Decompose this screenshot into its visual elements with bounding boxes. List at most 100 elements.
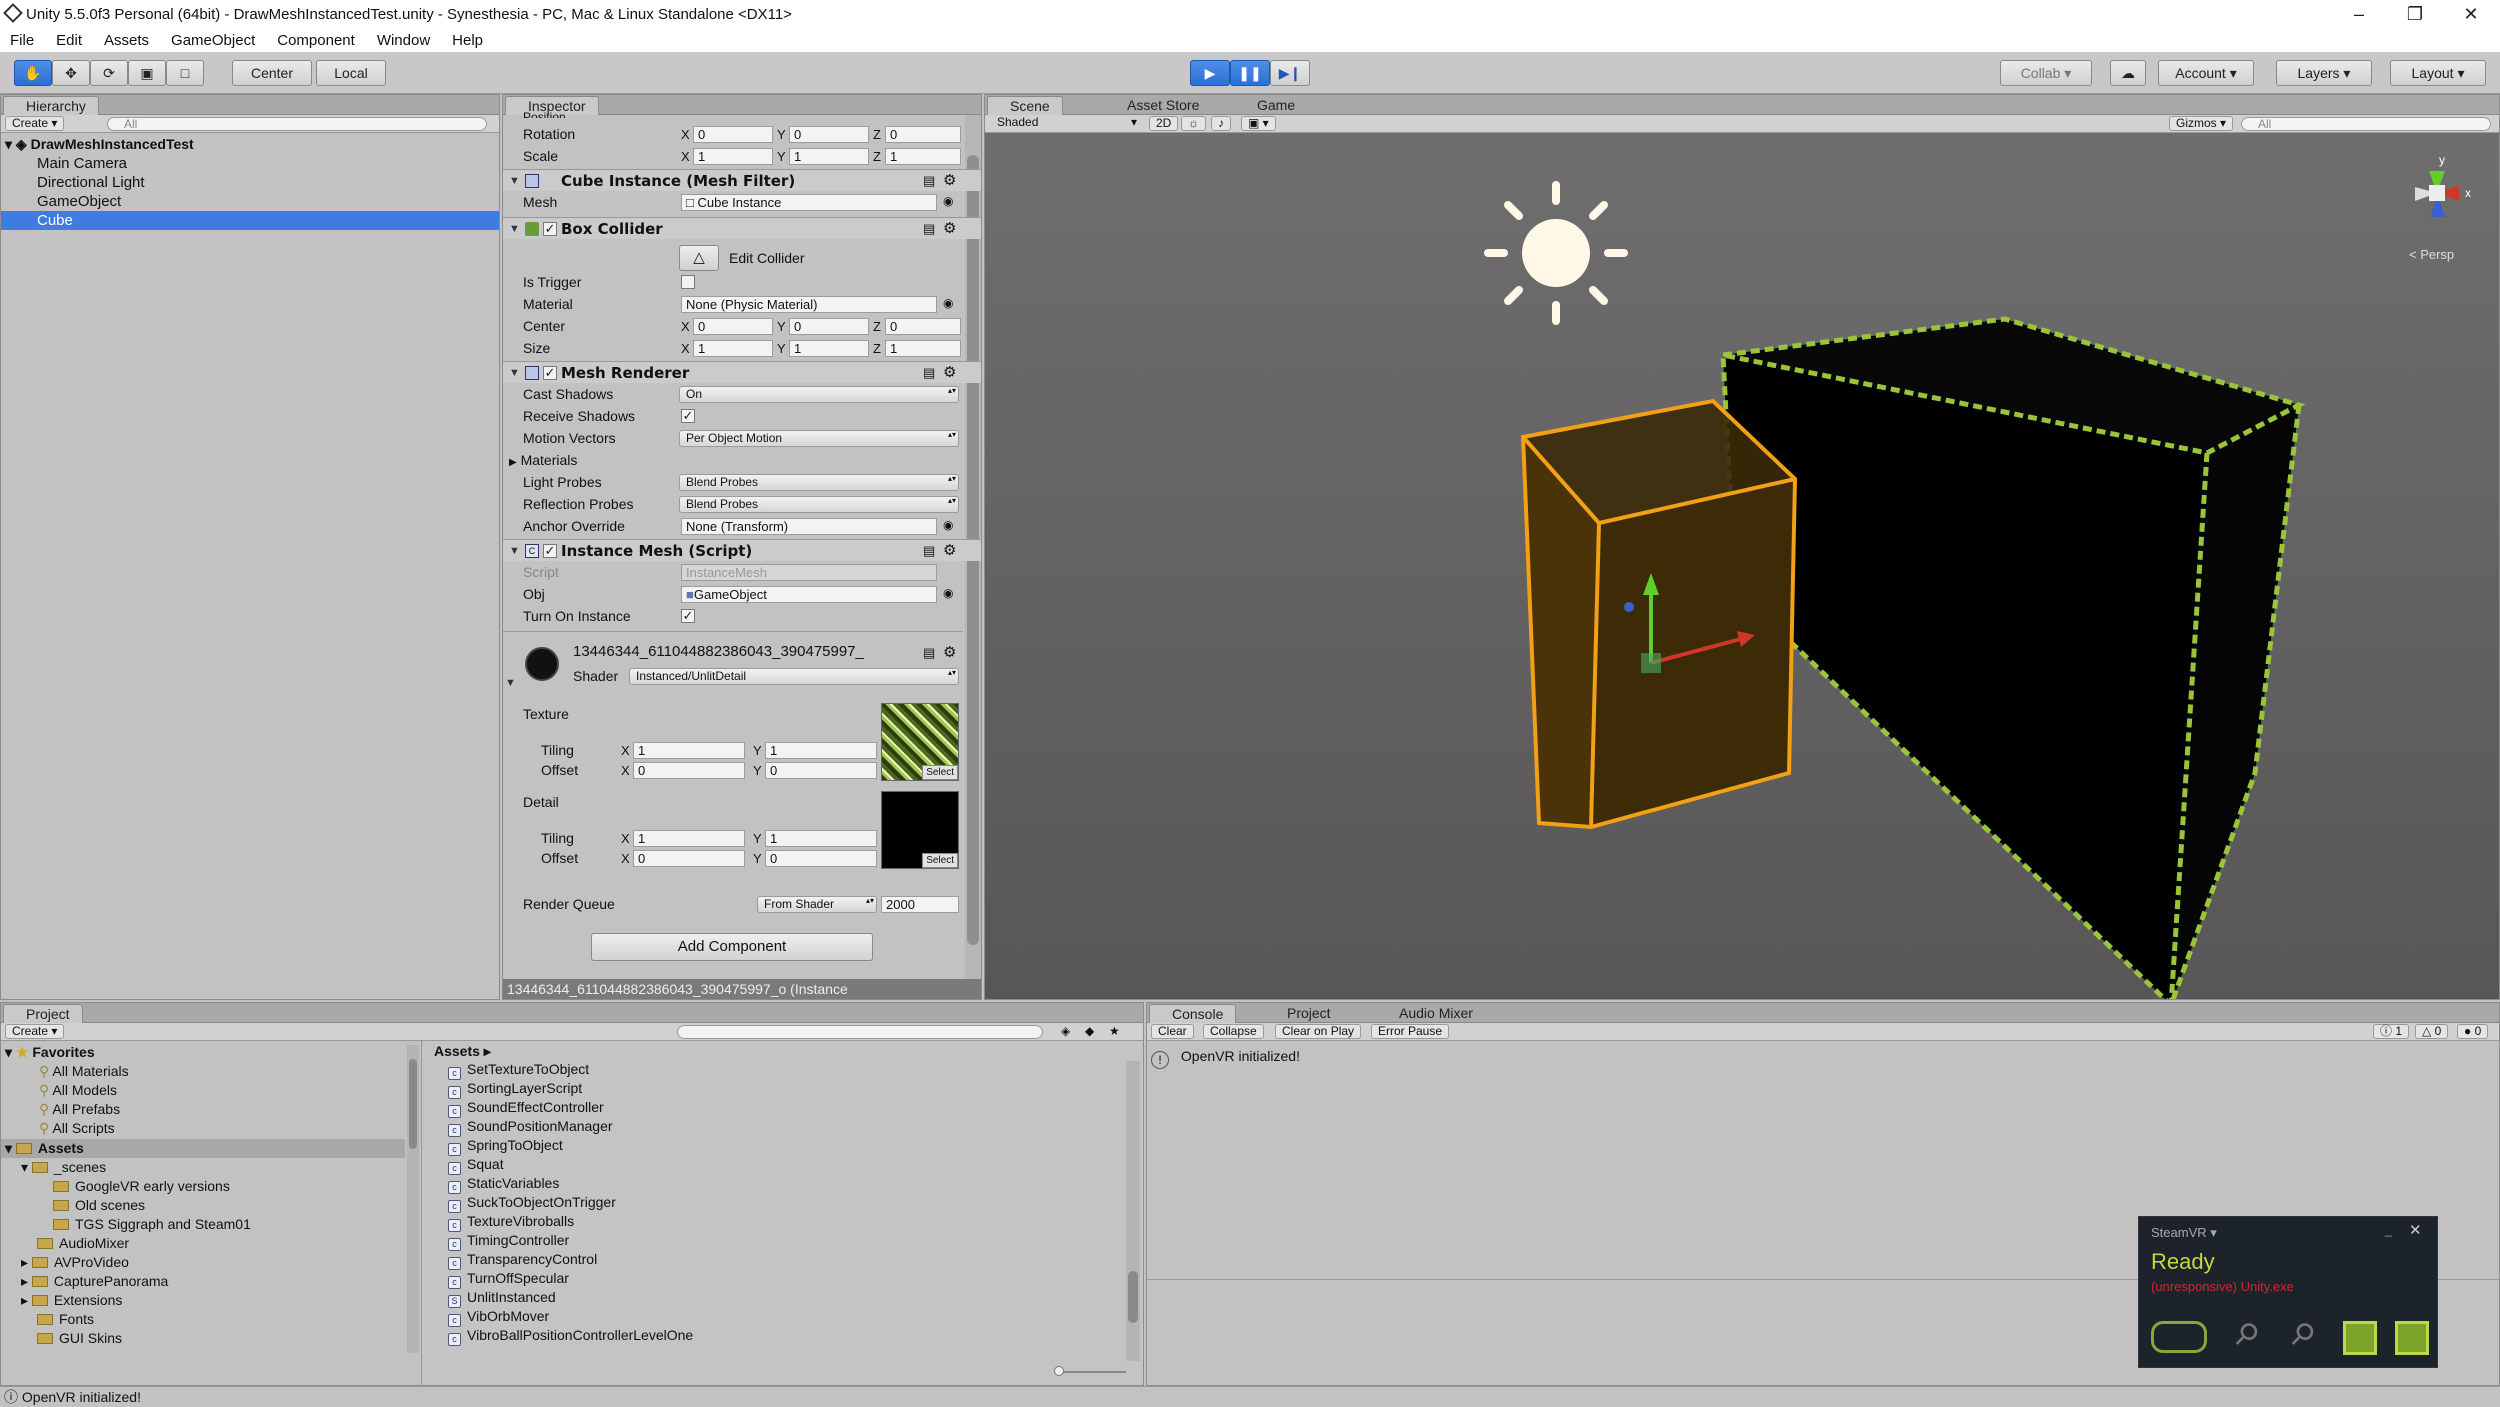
audio-toggle-icon[interactable]: ♪ (1211, 116, 1231, 131)
assets-root[interactable]: ▾ Assets (1, 1139, 405, 1158)
texture-offset-y-field[interactable]: 0 (765, 762, 877, 779)
tree-folder[interactable]: ▸ Extensions (21, 1291, 122, 1310)
tree-folder[interactable]: AudioMixer (37, 1234, 129, 1253)
tree-folder[interactable]: TGS Siggraph and Steam01 (53, 1215, 251, 1234)
size-y-field[interactable]: 1 (789, 340, 869, 357)
hierarchy-search-input[interactable]: All (107, 117, 487, 131)
object-picker-icon[interactable]: ◉ (943, 586, 953, 600)
asset-item[interactable]: c StaticVariables (448, 1174, 559, 1194)
account-dropdown[interactable]: Account ▾ (2158, 60, 2254, 86)
console-log-row[interactable]: ! OpenVR initialized! (1151, 1045, 2491, 1069)
asset-item[interactable]: c TransparencyControl (448, 1250, 597, 1270)
collapse-arrow-icon[interactable]: ▼ (505, 677, 516, 689)
menu-component[interactable]: Component (277, 32, 355, 49)
asset-item[interactable]: c Squat (448, 1155, 504, 1175)
icon-size-slider[interactable] (1054, 1366, 1126, 1376)
controller-icon[interactable]: ⚲ (2226, 1314, 2266, 1354)
steamvr-close-icon[interactable]: ✕ (2409, 1221, 2422, 1239)
tree-folder[interactable]: GoogleVR early versions (53, 1177, 230, 1196)
favorite-item[interactable]: ⚲ All Materials (39, 1062, 129, 1081)
detail-offset-y-field[interactable]: 0 (765, 850, 877, 867)
asset-item[interactable]: c SoundEffectController (448, 1098, 604, 1118)
rotation-x-field[interactable]: 0 (693, 126, 773, 143)
hierarchy-item-directional-light[interactable]: Directional Light (37, 173, 145, 192)
hierarchy-item-main-camera[interactable]: Main Camera (37, 154, 127, 173)
asset-item[interactable]: c SpringToObject (448, 1136, 563, 1156)
detail-offset-x-field[interactable]: 0 (633, 850, 745, 867)
selected-orange-cube[interactable] (1520, 398, 1798, 830)
scale-tool-icon[interactable]: ▣ (128, 60, 166, 86)
project-breadcrumb[interactable]: Assets ▸ (434, 1042, 491, 1061)
menu-edit[interactable]: Edit (56, 32, 82, 49)
base-station-icon[interactable] (2343, 1321, 2377, 1355)
large-black-cube[interactable] (1720, 316, 2306, 1000)
texture-thumbnail[interactable]: Select (881, 703, 959, 781)
steamvr-menu[interactable]: SteamVR ▾ (2151, 1225, 2217, 1241)
tree-folder[interactable]: Old scenes (53, 1196, 145, 1215)
physic-material-field[interactable]: None (Physic Material) (681, 296, 937, 313)
cast-shadows-dropdown[interactable]: On (679, 386, 959, 403)
box-collider-header[interactable]: ▼ ✓ Box Collider ▤ ⚙ (503, 217, 981, 239)
detail-tiling-y-field[interactable]: 1 (765, 830, 877, 847)
effects-dropdown-icon[interactable]: ▣ ▾ (1241, 116, 1276, 131)
shader-dropdown[interactable]: Instanced/UnlitDetail (629, 668, 959, 685)
tab-hierarchy[interactable]: Hierarchy (3, 96, 99, 115)
tree-scrollbar[interactable] (407, 1045, 419, 1353)
detail-select-button[interactable]: Select (922, 853, 958, 868)
tree-scroll-thumb[interactable] (409, 1059, 417, 1149)
center-x-field[interactable]: 0 (693, 318, 773, 335)
tree-folder[interactable]: ▾ _scenes (21, 1158, 106, 1177)
console-collapse-button[interactable]: Collapse (1203, 1024, 1264, 1039)
render-queue-dropdown[interactable]: From Shader (757, 896, 877, 913)
materials-foldout[interactable]: ▶ Materials (509, 451, 577, 472)
tab-scene[interactable]: Scene (987, 96, 1063, 115)
detail-tiling-x-field[interactable]: 1 (633, 830, 745, 847)
rotate-tool-icon[interactable]: ⟳ (90, 60, 128, 86)
restore-icon[interactable]: ❐ (2390, 2, 2440, 26)
texture-tiling-y-field[interactable]: 1 (765, 742, 877, 759)
headset-icon[interactable] (2151, 1321, 2207, 1353)
tab-project-2[interactable]: Project (1265, 1004, 1343, 1023)
turn-on-instance-checkbox[interactable]: ✓ (681, 609, 695, 623)
controller-icon[interactable]: ⚲ (2282, 1314, 2322, 1354)
texture-select-button[interactable]: Select (922, 765, 958, 780)
scale-x-field[interactable]: 1 (693, 148, 773, 165)
asset-item[interactable]: S UnlitInstanced (448, 1288, 556, 1308)
asset-item[interactable]: c SetTextureToObject (448, 1060, 589, 1080)
collapse-arrow-icon[interactable]: ▼ (509, 223, 520, 235)
tab-project[interactable]: Project (3, 1004, 83, 1023)
gear-icon[interactable]: ⚙ (943, 363, 956, 381)
add-component-button[interactable]: Add Component (591, 933, 873, 961)
edit-collider-button[interactable]: △ (679, 245, 719, 271)
project-search-input[interactable] (677, 1025, 1043, 1039)
hierarchy-item-gameobject[interactable]: GameObject (37, 192, 121, 211)
tab-game[interactable]: Game (1235, 96, 1307, 115)
reflection-probes-dropdown[interactable]: Blend Probes (679, 496, 959, 513)
rotation-z-field[interactable]: 0 (885, 126, 961, 143)
center-y-field[interactable]: 0 (789, 318, 869, 335)
base-station-icon[interactable] (2395, 1321, 2429, 1355)
scene-viewport[interactable]: y x < Persp (985, 133, 2499, 1000)
instance-mesh-header[interactable]: ▼ C ✓ Instance Mesh (Script) ▤ ⚙ (503, 539, 981, 561)
gizmos-dropdown[interactable]: Gizmos ▾ (2169, 116, 2234, 131)
light-probes-dropdown[interactable]: Blend Probes (679, 474, 959, 491)
center-z-field[interactable]: 0 (885, 318, 961, 335)
tree-folder[interactable]: Fonts (37, 1310, 94, 1329)
rect-tool-icon[interactable]: □ (166, 60, 204, 86)
favorites-section[interactable]: ▾ ★ Favorites (5, 1043, 95, 1062)
favorite-item[interactable]: ⚲ All Models (39, 1081, 117, 1100)
asset-item[interactable]: c TimingController (448, 1231, 569, 1251)
collapse-arrow-icon[interactable]: ▼ (509, 545, 520, 557)
menu-gameobject[interactable]: GameObject (171, 32, 255, 49)
anchor-override-field[interactable]: None (Transform) (681, 518, 937, 535)
is-trigger-checkbox[interactable] (681, 275, 695, 289)
perspective-label[interactable]: < Persp (2409, 247, 2454, 262)
tree-folder[interactable]: ▸ CapturePanorama (21, 1272, 168, 1291)
pause-button[interactable]: ❚❚ (1230, 60, 1270, 86)
tab-audio-mixer[interactable]: Audio Mixer (1377, 1004, 1485, 1023)
play-button[interactable]: ▶ (1190, 60, 1230, 86)
motion-vectors-dropdown[interactable]: Per Object Motion (679, 430, 959, 447)
filter-label-icon[interactable]: ◆ (1085, 1024, 1094, 1038)
detail-thumbnail[interactable]: Select (881, 791, 959, 869)
asset-list-scroll-thumb[interactable] (1128, 1271, 1138, 1323)
